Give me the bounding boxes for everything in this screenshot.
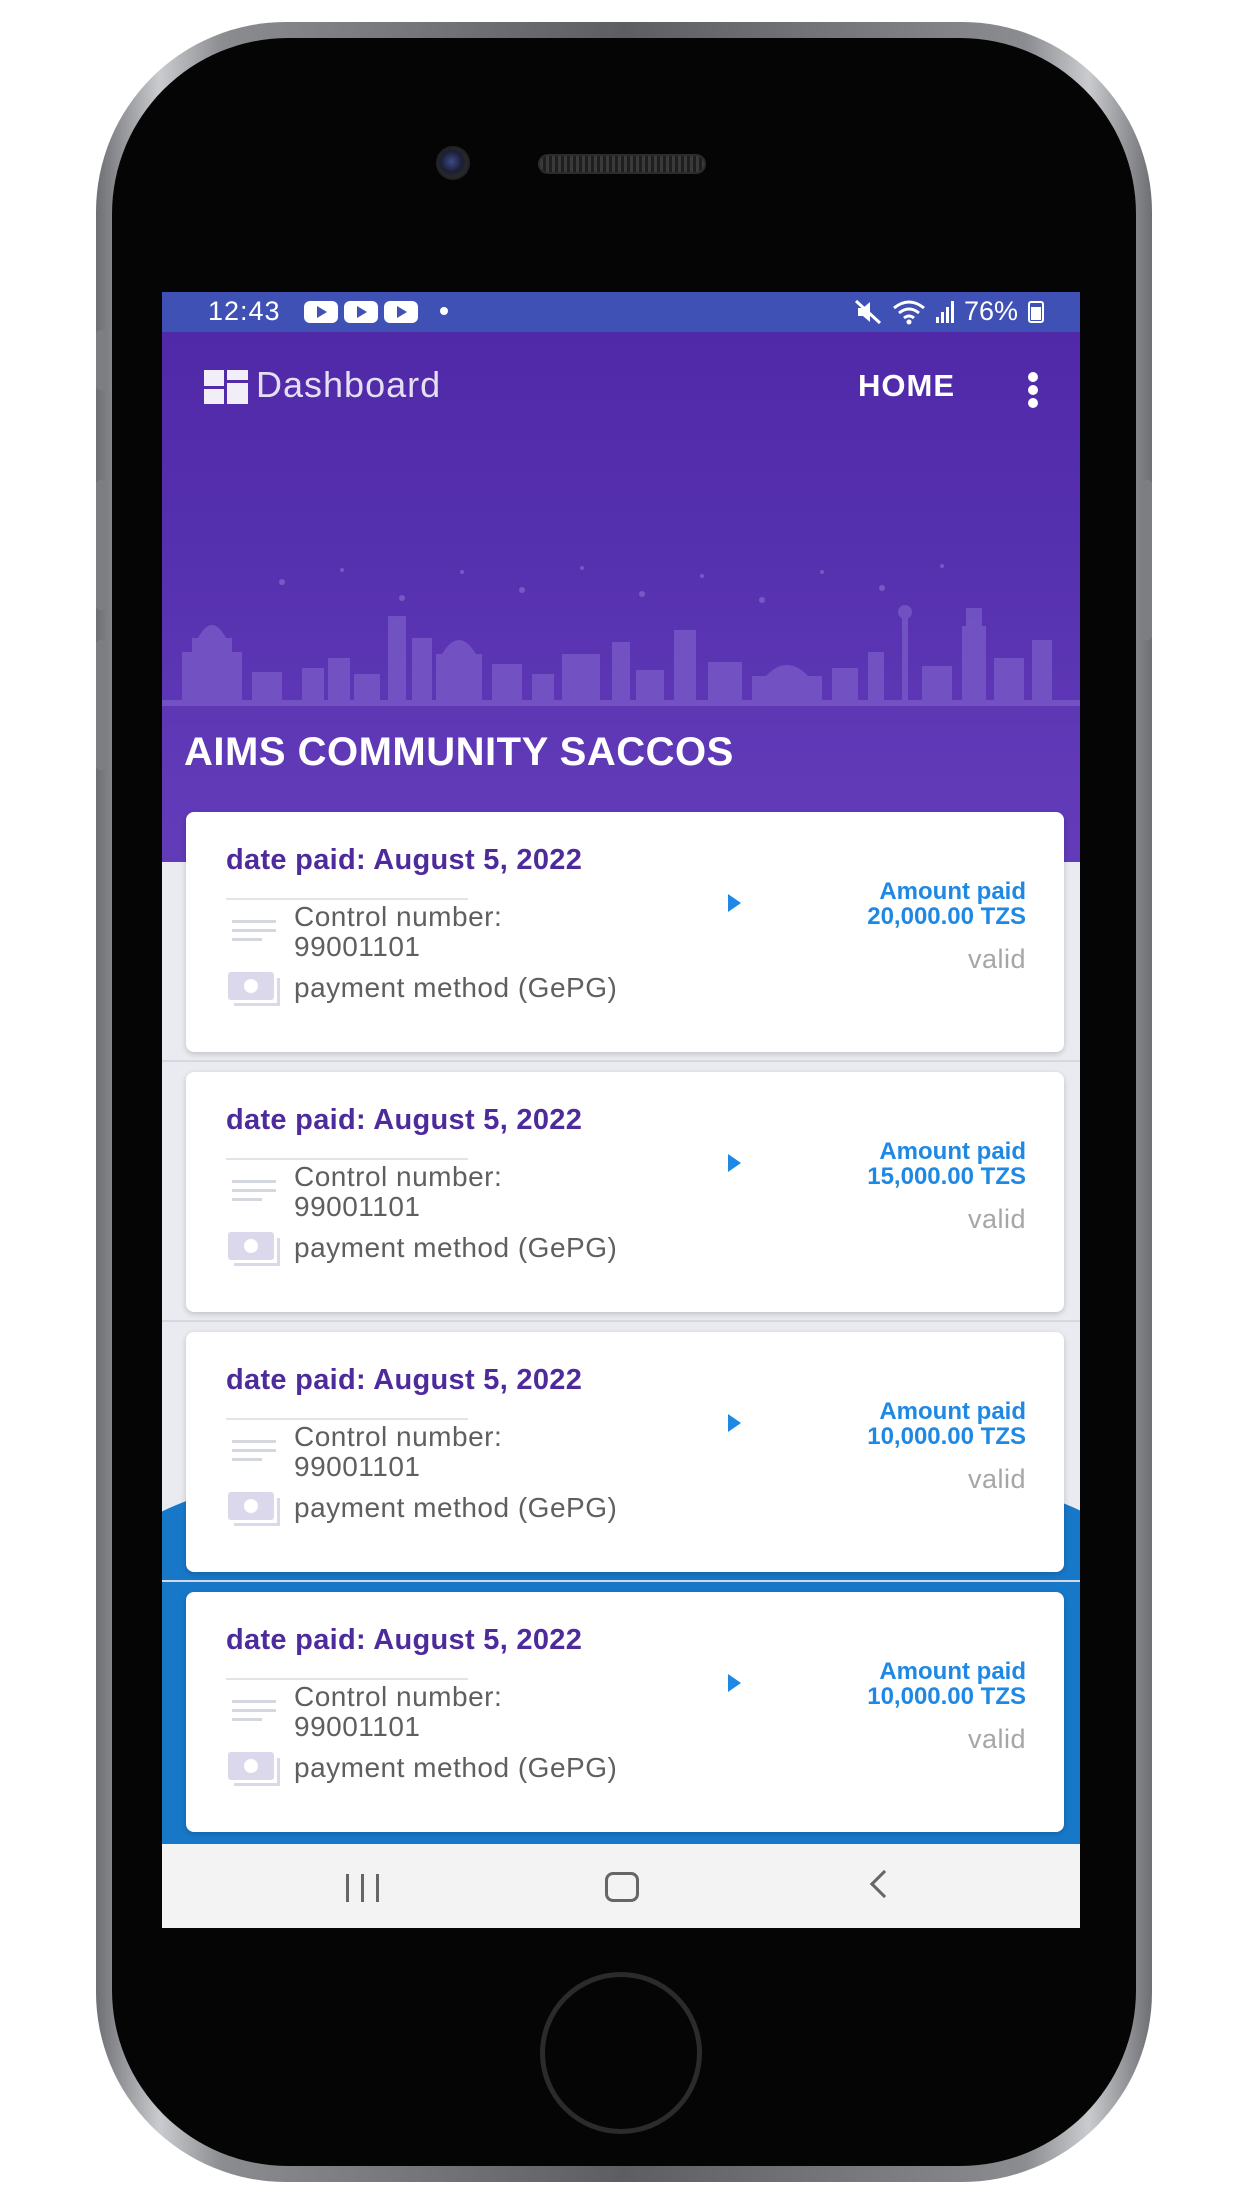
status-bar: 12:43 76% [162,292,1080,332]
date-paid: date paid: August 5, 2022 [226,844,583,876]
payment-method: payment method (GePG) [294,972,618,1003]
control-number-label: Control number: [294,901,503,932]
back-icon[interactable] [869,1869,899,1899]
control-number-value: 99001101 [294,1711,421,1742]
list-divider [162,1580,1080,1582]
payment-status: valid [967,1724,1026,1754]
amount-label: Amount paid [879,1398,1026,1425]
control-number: Control number: 99001101 [294,1422,502,1482]
payment-card[interactable]: date paid: August 5, 2022 Control number… [186,1332,1064,1572]
front-camera [436,146,470,180]
status-time: 12:43 [208,296,281,326]
dashboard-icon [204,370,248,404]
phone-power-button [1142,480,1152,640]
status-right-icons: 76% [854,296,1044,327]
youtube-icon [384,301,418,323]
phone-home-button[interactable] [540,1972,702,2134]
list-divider [162,1060,1080,1062]
control-number-value: 99001101 [294,1451,421,1482]
toolbar-title: Dashboard [256,364,442,405]
card-divider [226,1678,468,1680]
earpiece-speaker [538,154,706,174]
list-divider [162,1320,1080,1322]
cash-icon [228,1492,282,1528]
control-number-value: 99001101 [294,1191,421,1222]
payment-method: payment method (GePG) [294,1752,618,1783]
organization-title: AIMS COMMUNITY SACCOS [184,730,734,774]
cash-icon [228,972,282,1008]
amount-value: 20,000.00 TZS [867,903,1026,930]
city-skyline-illustration [162,564,1080,706]
mute-icon [854,299,881,324]
play-arrow-icon[interactable] [728,1674,741,1692]
youtube-icon [344,301,378,323]
battery-icon [1028,300,1044,323]
wifi-icon [893,300,925,324]
navigation-bar [162,1844,1080,1928]
payment-card[interactable]: date paid: August 5, 2022 Control number… [186,812,1064,1052]
card-divider [226,898,468,900]
amount-value: 15,000.00 TZS [867,1163,1026,1190]
card-divider [226,1158,468,1160]
notes-icon [232,1180,276,1210]
amount-label: Amount paid [879,878,1026,905]
amount-label: Amount paid [879,1138,1026,1165]
cash-icon [228,1232,282,1268]
cash-icon [228,1752,282,1788]
home-button[interactable]: HOME [858,368,955,404]
payment-card[interactable]: date paid: August 5, 2022 Control number… [186,1592,1064,1832]
control-number: Control number: 99001101 [294,902,502,962]
phone-volume-button [96,480,106,610]
control-number-label: Control number: [294,1421,503,1452]
control-number-label: Control number: [294,1681,503,1712]
play-arrow-icon[interactable] [728,1414,741,1432]
payment-method: payment method (GePG) [294,1492,618,1523]
card-divider [226,1418,468,1420]
signal-icon [935,300,954,323]
notification-icons [304,301,418,323]
phone-volume-button [96,640,106,770]
battery-percent: 76% [963,296,1018,326]
payment-status: valid [967,1464,1026,1494]
amount-value: 10,000.00 TZS [867,1683,1026,1710]
payment-card[interactable]: date paid: August 5, 2022 Control number… [186,1072,1064,1312]
notes-icon [232,1700,276,1730]
amount-label: Amount paid [879,1658,1026,1685]
notes-icon [232,920,276,950]
control-number-value: 99001101 [294,931,421,962]
payment-status: valid [967,944,1026,974]
payment-method: payment method (GePG) [294,1232,618,1263]
more-notifications-dot [440,307,448,315]
control-number-label: Control number: [294,1161,503,1192]
recent-apps-icon[interactable] [346,1874,382,1902]
phone-screen: 12:43 76% Dashboard HOME AIMS COMMUNITY … [162,292,1080,1928]
youtube-icon [304,301,338,323]
payment-status: valid [967,1204,1026,1234]
date-paid: date paid: August 5, 2022 [226,1104,583,1136]
notes-icon [232,1440,276,1470]
phone-volume-button [96,330,106,390]
amount-value: 10,000.00 TZS [867,1423,1026,1450]
more-vert-icon[interactable] [1028,372,1038,408]
date-paid: date paid: August 5, 2022 [226,1624,583,1656]
date-paid: date paid: August 5, 2022 [226,1364,583,1396]
play-arrow-icon[interactable] [728,894,741,912]
control-number: Control number: 99001101 [294,1162,502,1222]
control-number: Control number: 99001101 [294,1682,502,1742]
play-arrow-icon[interactable] [728,1154,741,1172]
home-icon[interactable] [605,1872,639,1902]
